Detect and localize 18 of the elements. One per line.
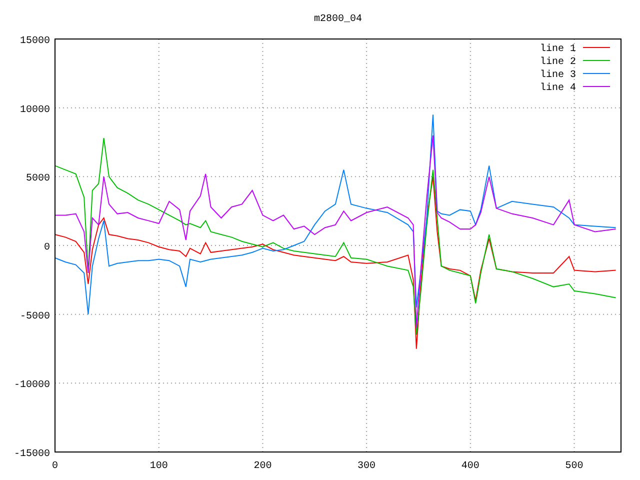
tick-label: 10000 <box>20 104 50 116</box>
tick-label: -15000 <box>14 449 50 460</box>
legend-label: line 4 <box>540 83 576 94</box>
legend-label: line 1 <box>540 44 576 55</box>
tick-label: -5000 <box>20 311 50 322</box>
tick-label: -10000 <box>14 380 50 392</box>
legend-label: line 3 <box>540 70 576 81</box>
tick-label: 100 <box>150 461 168 472</box>
tick-label: 0 <box>52 461 58 472</box>
tick-label: 0 <box>44 242 50 254</box>
chart-title: m2800_04 <box>314 14 362 25</box>
tick-label: 15000 <box>20 36 50 47</box>
legend-label: line 2 <box>540 57 576 68</box>
tick-label: 500 <box>565 461 584 472</box>
tick-label: 200 <box>254 461 272 472</box>
tick-label: 400 <box>461 461 480 472</box>
tick-label: 300 <box>358 461 376 472</box>
tick-label: 5000 <box>26 174 50 185</box>
